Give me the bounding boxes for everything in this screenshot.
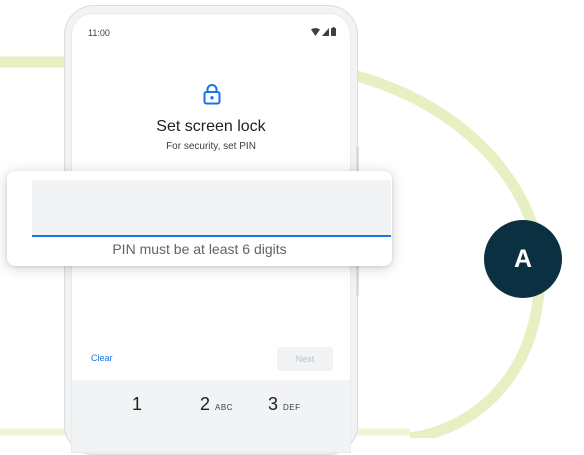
page-title: Set screen lock bbox=[156, 118, 266, 135]
battery-icon bbox=[331, 27, 336, 36]
wifi-icon bbox=[311, 27, 320, 36]
pin-input[interactable] bbox=[32, 180, 391, 237]
key-digit: 3 bbox=[268, 394, 279, 414]
avatar: A bbox=[484, 220, 562, 298]
signal-icon bbox=[322, 27, 329, 36]
key-digit: 2 bbox=[200, 394, 211, 414]
status-time: 11:00 bbox=[88, 28, 110, 38]
lock-icon bbox=[203, 84, 221, 105]
page-subtitle: For security, set PIN bbox=[166, 141, 256, 152]
key-digit: 1 bbox=[132, 394, 143, 414]
key-letters: ABC bbox=[215, 403, 233, 412]
key-1[interactable]: 1 bbox=[132, 394, 147, 415]
pin-entry-card: PIN must be at least 6 digits bbox=[7, 171, 392, 266]
key-letters: DEF bbox=[283, 403, 301, 412]
key-2[interactable]: 2 ABC bbox=[200, 394, 233, 415]
pin-helper-text: PIN must be at least 6 digits bbox=[112, 241, 287, 257]
next-button[interactable]: Next bbox=[277, 347, 333, 371]
numeric-keypad: 1 2 ABC 3 DEF bbox=[72, 380, 350, 452]
clear-button[interactable]: Clear bbox=[91, 353, 113, 363]
status-icons bbox=[311, 27, 336, 36]
key-3[interactable]: 3 DEF bbox=[268, 394, 301, 415]
